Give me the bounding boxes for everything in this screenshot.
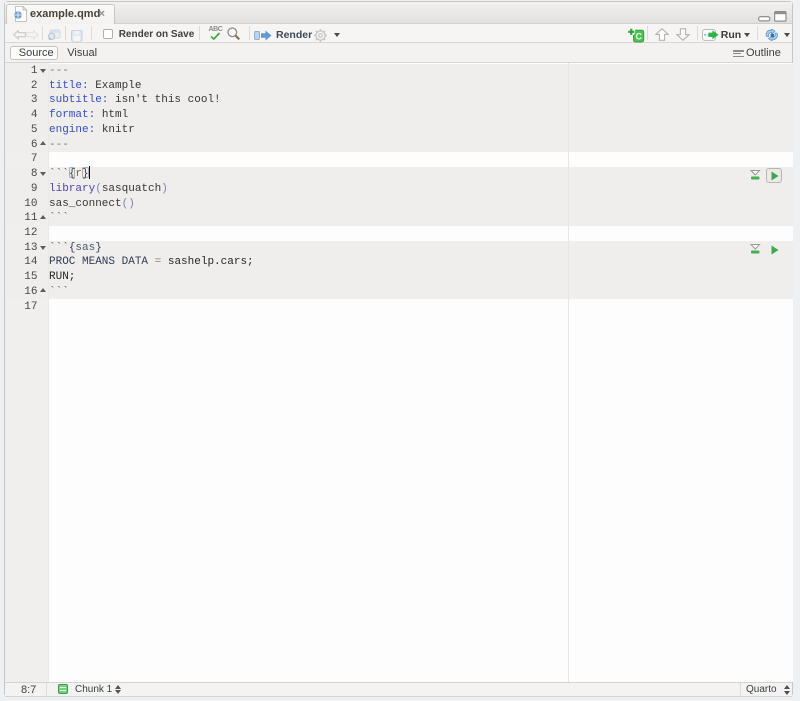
svg-text:C: C (635, 31, 642, 41)
